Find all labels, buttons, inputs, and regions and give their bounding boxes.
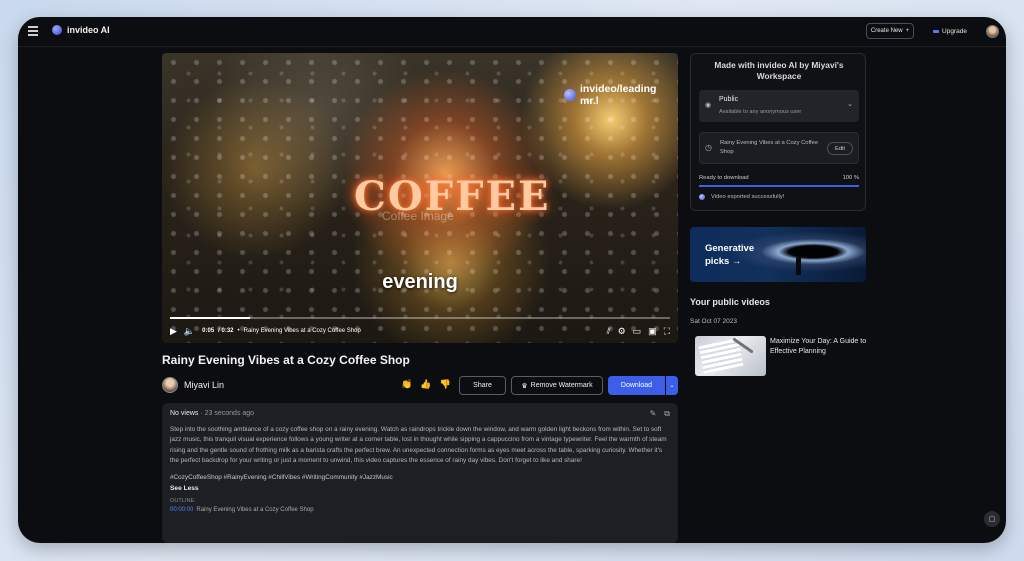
ready-label: Ready to download bbox=[699, 175, 749, 181]
time-separator: • bbox=[237, 328, 240, 334]
clap-icon[interactable]: 👏 bbox=[401, 379, 412, 390]
ready-status: Ready to download 100 % bbox=[699, 175, 859, 181]
share-label: Share bbox=[473, 382, 492, 389]
chat-button[interactable]: ▢ bbox=[984, 511, 1000, 527]
remove-watermark-label: Remove Watermark bbox=[530, 382, 593, 389]
page-title: Rainy Evening Vibes at a Cozy Coffee Sho… bbox=[162, 353, 410, 367]
plus-icon: + bbox=[905, 28, 910, 34]
ready-progress-bar bbox=[699, 185, 859, 187]
user-avatar[interactable] bbox=[986, 25, 999, 38]
video-caption: evening bbox=[382, 271, 458, 293]
author-name[interactable]: Miyavi Lin bbox=[184, 380, 224, 390]
video-name: Rainy Evening Vibes at a Cozy Coffee Sho… bbox=[720, 140, 819, 155]
chevron-down-icon: ⌄ bbox=[847, 101, 853, 108]
reactions: 👏 👍 👎 bbox=[401, 379, 451, 390]
video-player[interactable]: COFFEE Coffee Image invideo/leading mr.l… bbox=[162, 53, 678, 343]
clock-icon: ◷ bbox=[705, 143, 712, 152]
settings-icon[interactable]: ⚙ bbox=[618, 326, 626, 337]
current-time: 0:05 bbox=[202, 328, 215, 334]
author-row: Miyavi Lin bbox=[162, 377, 224, 393]
public-videos-date: Sat Oct 07 2023 bbox=[690, 318, 737, 325]
play-icon[interactable]: ▶ bbox=[170, 326, 177, 337]
chat-icon: ▢ bbox=[988, 516, 996, 523]
thumbs-down-icon[interactable]: 👎 bbox=[439, 379, 450, 390]
public-videos-title: Your public videos bbox=[690, 297, 770, 307]
crown-icon: ♛ bbox=[521, 382, 528, 390]
invideo-logo-icon bbox=[52, 25, 62, 35]
posted-time: 23 seconds ago bbox=[204, 410, 255, 417]
share-button[interactable]: Share bbox=[459, 376, 506, 395]
publish-card: Made with invideo AI by Miyavi's Workspa… bbox=[690, 53, 866, 211]
visibility-subtitle: Available to any anonymous user bbox=[719, 109, 802, 115]
download-button[interactable]: Download bbox=[608, 376, 665, 395]
public-video-thumbnail[interactable] bbox=[695, 336, 766, 376]
video-progress-bar[interactable] bbox=[170, 317, 670, 319]
edit-icon[interactable]: ✎ bbox=[650, 409, 657, 419]
upgrade-label: Upgrade bbox=[942, 27, 967, 35]
edit-button[interactable]: Edit bbox=[827, 142, 853, 155]
description-panel: No views · 23 seconds ago ✎ ⧉ Step into … bbox=[162, 403, 678, 543]
invideo-status-icon bbox=[699, 194, 705, 200]
outline-item[interactable]: 00:00:00 Rainy Evening Vibes at a Cozy Co… bbox=[170, 507, 670, 513]
view-count: No views bbox=[170, 410, 199, 417]
create-new-button[interactable]: Create New + bbox=[866, 23, 914, 39]
video-progress-fill bbox=[170, 317, 250, 319]
video-controls: ▶ 🔈 0:05 / 0:32 • Rainy Evening Vibes at… bbox=[170, 324, 670, 338]
author-avatar[interactable] bbox=[162, 377, 178, 393]
app-name: invideo AI bbox=[67, 25, 110, 35]
chevron-down-icon: ⌄ bbox=[669, 383, 675, 389]
generative-picks-label: Generative picks → bbox=[705, 243, 755, 267]
controls-video-title: Rainy Evening Vibes at a Cozy Coffee Sho… bbox=[243, 328, 361, 334]
upgrade-icon bbox=[933, 29, 940, 33]
generative-picks-text: Generative picks → bbox=[705, 242, 765, 268]
public-video-title[interactable]: Maximize Your Day: A Guide to Effective … bbox=[770, 337, 870, 357]
generative-picks-banner[interactable]: Generative picks → bbox=[690, 227, 866, 282]
thumbs-up-icon[interactable]: 👍 bbox=[420, 379, 431, 390]
video-watermark: invideo/leading mr.l bbox=[564, 83, 678, 107]
app-logo[interactable]: invideo AI bbox=[52, 25, 110, 35]
total-time: / 0:32 bbox=[218, 328, 234, 334]
export-message: Video exported successfully! bbox=[711, 194, 785, 200]
eye-icon: ◉ bbox=[705, 102, 712, 109]
download-options-button[interactable]: ⌄ bbox=[666, 376, 678, 395]
visibility-title: Public bbox=[719, 96, 739, 103]
made-with-title: Made with invideo AI by Miyavi's Workspa… bbox=[714, 60, 844, 81]
menu-icon[interactable] bbox=[28, 26, 38, 36]
chapters-icon[interactable]: ⫽ bbox=[607, 326, 611, 337]
description-text: Step into the soothing ambiance of a coz… bbox=[170, 426, 667, 465]
remove-watermark-button[interactable]: ♛ Remove Watermark bbox=[511, 376, 603, 395]
cast-icon[interactable]: ▭ bbox=[633, 326, 642, 337]
description-meta: No views · 23 seconds ago bbox=[170, 410, 670, 417]
video-watermark-text: invideo/leading mr.l bbox=[580, 83, 657, 107]
upgrade-button[interactable]: Upgrade bbox=[928, 23, 972, 39]
outline-timestamp[interactable]: 00:00:00 bbox=[170, 507, 193, 513]
hashtags: #CozyCoffeeShop #RainyEvening #ChillVibe… bbox=[170, 473, 393, 481]
description-actions: ✎ ⧉ bbox=[650, 409, 670, 419]
invideo-watermark-icon bbox=[564, 89, 576, 101]
top-bar: invideo AI Create New + Upgrade bbox=[18, 17, 1006, 47]
fullscreen-icon[interactable]: ⛶ bbox=[664, 326, 670, 337]
app-window: invideo AI Create New + Upgrade COFFEE C… bbox=[18, 17, 1006, 543]
download-label: Download bbox=[620, 382, 653, 389]
pip-icon[interactable]: ▣ bbox=[648, 326, 657, 337]
outline-label: OUTLINE: bbox=[170, 497, 196, 504]
see-less-link[interactable]: See Less bbox=[170, 485, 670, 492]
volume-icon[interactable]: 🔈 bbox=[184, 326, 195, 337]
outline-title: Rainy Evening Vibes at a Cozy Coffee Sho… bbox=[196, 506, 314, 513]
create-new-label: Create New bbox=[870, 28, 903, 34]
copy-icon[interactable]: ⧉ bbox=[664, 409, 670, 419]
video-name-box: ◷ Rainy Evening Vibes at a Cozy Coffee S… bbox=[699, 132, 859, 164]
visibility-select[interactable]: ◉ Public Available to any anonymous user… bbox=[699, 90, 859, 122]
video-faint-watermark: Coffee Image bbox=[382, 209, 454, 223]
banner-figure bbox=[796, 257, 801, 275]
ready-percent: 100 % bbox=[842, 175, 859, 181]
export-status: Video exported successfully! bbox=[699, 194, 784, 200]
